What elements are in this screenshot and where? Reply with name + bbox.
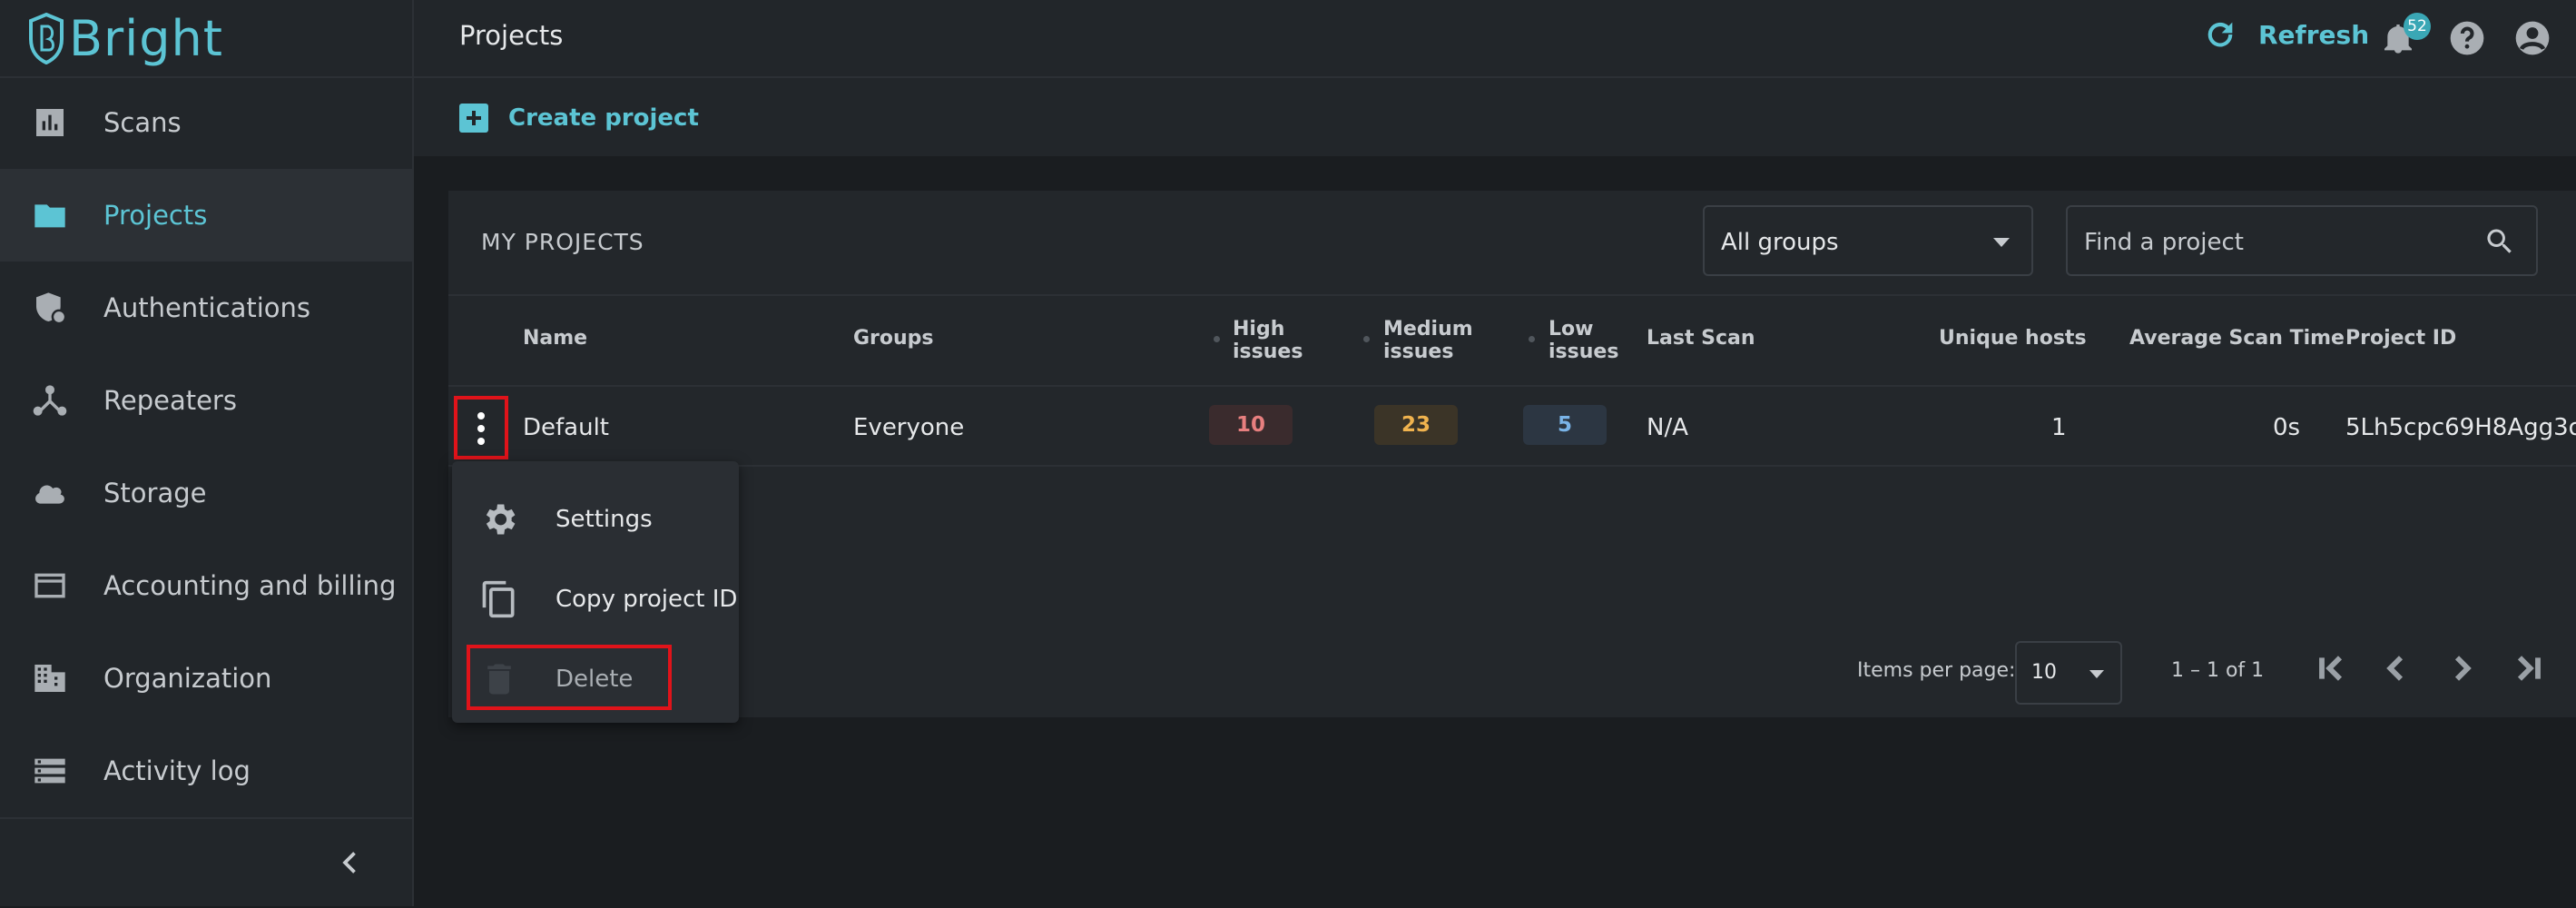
- bar-chart-icon: [31, 104, 69, 142]
- sidebar-item-authentications[interactable]: Authentications: [0, 262, 412, 354]
- column-header-line: issues: [1233, 340, 1303, 363]
- high-issues-badge: 10: [1209, 405, 1293, 445]
- chevron-right-icon: [2454, 656, 2472, 681]
- sidebar-nav: Scans Projects Authentications Repeaters…: [0, 76, 412, 817]
- project-id-value: 5Lh5cpc69H8Agg3op: [2345, 414, 2576, 441]
- column-header-line: Low: [1549, 318, 1594, 340]
- sidebar-item-organization[interactable]: Organization: [0, 632, 412, 725]
- column-header-line: issues: [1383, 340, 1454, 363]
- low-issues-badge: 5: [1523, 405, 1607, 445]
- copy-icon: [479, 579, 519, 619]
- building-icon: [31, 659, 69, 697]
- column-header-line: High: [1233, 318, 1285, 340]
- group-filter-select[interactable]: All groups: [1703, 205, 2033, 276]
- search-input[interactable]: Find a project: [2066, 205, 2538, 276]
- sidebar-item-label: Projects: [103, 200, 208, 231]
- top-bar: Projects Refresh 52: [414, 0, 2576, 78]
- page-title: Projects: [459, 20, 564, 51]
- list-icon: [31, 752, 69, 790]
- medium-issues-badge: 23: [1374, 405, 1458, 445]
- projects-card: MY PROJECTS All groups Find a project Na…: [448, 191, 2576, 717]
- refresh-icon: [2207, 22, 2233, 47]
- items-per-page-label: Items per page:: [1857, 659, 2016, 682]
- first-page-icon: [2319, 656, 2343, 681]
- sidebar-item-label: Authentications: [103, 292, 310, 323]
- previous-page-button[interactable]: [2378, 650, 2414, 686]
- sidebar-item-projects[interactable]: Projects: [0, 169, 412, 262]
- collapse-sidebar-button[interactable]: [0, 817, 412, 908]
- column-header-line: issues: [1549, 340, 1619, 363]
- last-page-button[interactable]: [2511, 650, 2547, 686]
- menu-item-label: Settings: [556, 506, 653, 533]
- sidebar-item-label: Accounting and billing: [103, 570, 397, 601]
- help-icon[interactable]: [2447, 18, 2487, 58]
- sidebar-item-storage[interactable]: Storage: [0, 447, 412, 539]
- sidebar-item-label: Activity log: [103, 755, 251, 786]
- sidebar-item-accounting[interactable]: Accounting and billing: [0, 539, 412, 632]
- brand-logo[interactable]: Bright: [0, 0, 412, 78]
- create-project-label: Create project: [508, 104, 699, 132]
- shield-logo-icon: [29, 12, 64, 64]
- sidebar-item-scans[interactable]: Scans: [0, 76, 412, 169]
- shield-lock-icon: [31, 289, 69, 327]
- gear-icon: [479, 499, 519, 539]
- cloud-icon: [31, 474, 69, 512]
- credit-card-icon: [31, 567, 69, 605]
- card-title: MY PROJECTS: [481, 229, 644, 255]
- table-row[interactable]: Default Everyone 10 23 5 N/A 1 0s 5Lh5cp…: [448, 385, 2576, 467]
- avg-scan-time-value: 0s: [2273, 414, 2301, 441]
- project-groups: Everyone: [853, 414, 965, 441]
- last-page-icon: [2517, 656, 2541, 681]
- group-filter-value: All groups: [1721, 229, 1839, 256]
- unique-hosts-value: 1: [2051, 414, 2067, 441]
- last-scan-value: N/A: [1647, 414, 1688, 441]
- project-context-menu: Settings Copy project ID Delete: [452, 461, 739, 723]
- hub-icon: [31, 381, 69, 419]
- plus-icon: [459, 104, 488, 133]
- create-project-button[interactable]: Create project: [459, 104, 699, 133]
- pagination-range: 1 – 1 of 1: [2171, 659, 2265, 682]
- sort-indicator: [1214, 336, 1220, 342]
- refresh-button[interactable]: Refresh: [2202, 16, 2369, 53]
- toolbar: Create project: [414, 78, 2576, 156]
- sidebar-item-label: Storage: [103, 478, 207, 508]
- refresh-label: Refresh: [2258, 19, 2370, 50]
- more-options-icon[interactable]: [454, 396, 508, 459]
- dropdown-arrow-icon: [1993, 238, 2010, 247]
- next-page-button[interactable]: [2443, 650, 2480, 686]
- sidebar-item-label: Scans: [103, 107, 182, 138]
- folder-icon: [31, 196, 69, 234]
- search-icon[interactable]: [2483, 225, 2516, 258]
- sidebar-item-label: Repeaters: [103, 385, 237, 416]
- menu-item-label: Copy project ID: [556, 586, 738, 613]
- account-icon[interactable]: [2512, 18, 2552, 58]
- column-header-line: Medium: [1383, 318, 1473, 340]
- sidebar-item-label: Organization: [103, 663, 272, 694]
- card-header: MY PROJECTS All groups Find a project: [448, 191, 2576, 296]
- sidebar: Bright Scans Projects Authentications Re…: [0, 0, 414, 906]
- menu-item-copy-project-id[interactable]: Copy project ID: [452, 559, 739, 639]
- chevron-left-icon: [342, 852, 356, 873]
- sidebar-item-repeaters[interactable]: Repeaters: [0, 354, 412, 447]
- search-placeholder: Find a project: [2084, 229, 2244, 256]
- dropdown-arrow-icon: [2089, 670, 2104, 678]
- sort-indicator: [1363, 336, 1370, 342]
- menu-item-settings[interactable]: Settings: [452, 479, 739, 559]
- sidebar-item-activity-log[interactable]: Activity log: [0, 725, 412, 817]
- notification-badge: 52: [2404, 13, 2431, 40]
- brand-name: Bright: [69, 9, 223, 67]
- chevron-left-icon: [2386, 656, 2404, 681]
- sort-indicator: [1529, 336, 1535, 342]
- delete-highlight-box: [467, 645, 672, 710]
- items-per-page-value: 10: [2031, 661, 2057, 684]
- first-page-button[interactable]: [2313, 650, 2349, 686]
- items-per-page-select[interactable]: 10: [2015, 641, 2122, 705]
- project-name[interactable]: Default: [523, 414, 609, 441]
